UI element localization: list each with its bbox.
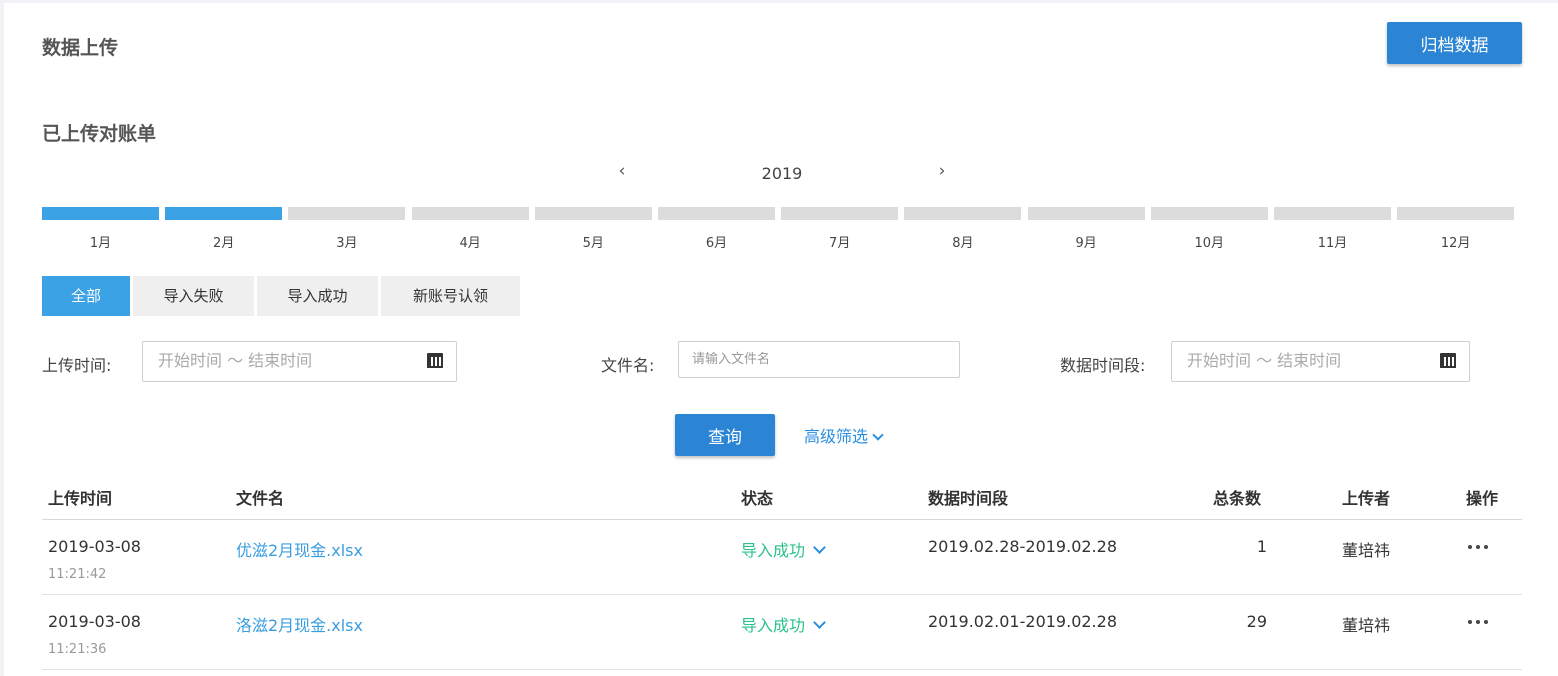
- more-actions-icon[interactable]: [1468, 545, 1490, 551]
- month-item[interactable]: 8月: [904, 207, 1022, 253]
- total-count-cell: 1: [1256, 537, 1267, 556]
- year-navigator: ‹ 2019 ›: [4, 161, 1558, 189]
- chevron-down-icon: [813, 541, 826, 554]
- status-dropdown[interactable]: 导入成功: [741, 537, 826, 561]
- month-item[interactable]: 2月: [165, 207, 283, 253]
- month-label: 1月: [89, 236, 112, 251]
- total-count-cell: 29: [1246, 612, 1267, 631]
- uploader-cell: 董培祎: [1342, 541, 1391, 560]
- advanced-filter-toggle[interactable]: 高级筛选: [804, 423, 884, 447]
- month-bar: [411, 207, 529, 220]
- uploader-cell: 董培祎: [1342, 616, 1391, 635]
- month-label: 10月: [1194, 236, 1225, 251]
- chevron-right-icon[interactable]: ›: [934, 161, 950, 181]
- month-label: 4月: [459, 236, 481, 251]
- column-header-data-period: 数据时间段: [928, 489, 1009, 508]
- data-period-range-picker[interactable]: 开始时间 ～ 结束时间: [1171, 341, 1470, 382]
- tab-item[interactable]: 新账号认领: [381, 276, 520, 316]
- data-period-cell: 2019.02.01-2019.02.28: [928, 612, 1117, 631]
- month-item[interactable]: 11月: [1274, 207, 1391, 253]
- data-period-placeholder: 开始时间 ～ 结束时间: [1187, 351, 1342, 370]
- month-label: 6月: [705, 236, 728, 251]
- month-item[interactable]: 10月: [1150, 207, 1268, 253]
- tab-item[interactable]: 导入失败: [133, 276, 254, 316]
- month-bar: [1027, 207, 1145, 220]
- month-label: 11月: [1317, 236, 1348, 251]
- table-row: 2019-03-08 11:21:42 优滋2月现金.xlsx 导入成功 2019.02…: [42, 520, 1522, 595]
- column-header-total-count: 总条数: [1213, 489, 1262, 508]
- chevron-left-icon[interactable]: ‹: [614, 161, 630, 181]
- chevron-down-icon: [872, 429, 884, 441]
- month-bar: [1150, 207, 1268, 220]
- month-label: 7月: [829, 236, 851, 251]
- chevron-down-icon: [813, 616, 826, 629]
- upload-time: 11:21:36: [48, 642, 107, 657]
- month-label: 8月: [952, 236, 974, 251]
- upload-time: 11:21:42: [48, 567, 107, 582]
- file-name-link[interactable]: 洛滋2月现金.xlsx: [236, 612, 363, 636]
- month-item[interactable]: 3月: [288, 207, 406, 253]
- tab-item[interactable]: 全部: [42, 276, 130, 316]
- table-row: 2019-03-08 11:21:36 洛滋2月现金.xlsx 导入成功 2019.02…: [42, 595, 1522, 670]
- column-header-file-name: 文件名: [236, 489, 285, 508]
- month-bar: [781, 207, 899, 220]
- file-name-label: 文件名:: [601, 356, 655, 375]
- month-label: 3月: [336, 236, 358, 251]
- archive-data-button[interactable]: 归档数据: [1387, 22, 1522, 64]
- page-title: 数据上传: [42, 37, 119, 59]
- data-period-cell: 2019.02.28-2019.02.28: [928, 537, 1117, 556]
- month-bar: [658, 207, 775, 220]
- month-item[interactable]: 6月: [658, 207, 775, 253]
- tab-item[interactable]: 导入成功: [257, 276, 378, 316]
- month-bar: [1397, 207, 1515, 220]
- upload-time-range-picker[interactable]: 开始时间 ～ 结束时间: [142, 341, 457, 382]
- advanced-filter-label: 高级筛选: [804, 427, 869, 446]
- month-item[interactable]: 12月: [1397, 207, 1515, 253]
- month-label: 9月: [1075, 236, 1097, 251]
- month-item[interactable]: 4月: [411, 207, 529, 253]
- upload-date: 2019-03-08: [48, 537, 141, 556]
- file-name-link[interactable]: 优滋2月现金.xlsx: [236, 537, 363, 561]
- column-header-upload-time: 上传时间: [48, 489, 113, 508]
- month-bar: [1274, 207, 1391, 220]
- month-item[interactable]: 9月: [1027, 207, 1145, 253]
- column-header-uploader: 上传者: [1342, 489, 1391, 508]
- month-label: 12月: [1440, 236, 1471, 251]
- upload-date: 2019-03-08: [48, 612, 141, 631]
- main-card: 数据上传 归档数据 已上传对账单 ‹ 2019 › 1月 2月 3月 4月 5月 6月 7月…: [4, 3, 1558, 676]
- query-button[interactable]: 查询: [675, 414, 775, 456]
- year-label: 2019: [761, 164, 803, 183]
- month-item[interactable]: 5月: [534, 207, 652, 253]
- month-bar: [165, 207, 283, 220]
- month-label: 2月: [213, 236, 235, 251]
- data-period-label: 数据时间段:: [1060, 356, 1146, 375]
- file-name-input[interactable]: [678, 341, 960, 378]
- upload-time-placeholder: 开始时间 ～ 结束时间: [158, 351, 313, 370]
- month-timeline: 1月 2月 3月 4月 5月 6月 7月 8月 9月 10月 11月 12月: [42, 207, 1518, 253]
- section-title: 已上传对账单: [42, 123, 157, 145]
- status-label: 导入成功: [741, 541, 806, 560]
- month-bar: [288, 207, 406, 220]
- month-bar: [904, 207, 1022, 220]
- month-bar: [42, 207, 159, 220]
- row-divider: [42, 669, 1522, 670]
- status-label: 导入成功: [741, 616, 806, 635]
- month-bar: [534, 207, 652, 220]
- month-item[interactable]: 7月: [781, 207, 899, 253]
- status-dropdown[interactable]: 导入成功: [741, 612, 826, 636]
- calendar-icon: [1440, 353, 1456, 368]
- month-label: 5月: [582, 236, 604, 251]
- column-header-status: 状态: [741, 489, 774, 508]
- calendar-icon: [427, 353, 443, 368]
- upload-time-label: 上传时间:: [42, 356, 112, 375]
- more-actions-icon[interactable]: [1468, 620, 1490, 626]
- month-item[interactable]: 1月: [42, 207, 159, 253]
- column-header-actions: 操作: [1466, 489, 1499, 508]
